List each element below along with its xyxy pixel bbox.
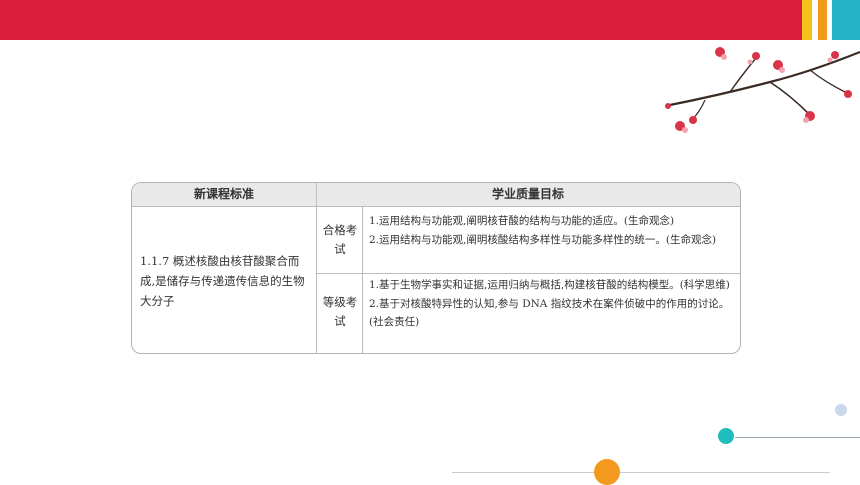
plum-blossom-icon <box>665 47 860 133</box>
divider-vertical-level <box>362 207 363 353</box>
level-graded: 等级考试 <box>322 295 358 328</box>
goal-item: 1.基于生物学事实和证据,运用归纳与概括,构建核苷酸的结构模型。(科学思维) <box>369 279 730 291</box>
header-standard: 新课程标准 <box>193 187 254 201</box>
goal-item: 2.基于对核酸特异性的认知,参与 DNA 指纹技术在案件侦破中的作用的讨论。(社… <box>369 297 730 329</box>
goal-item: 2.运用结构与功能观,阐明核酸结构多样性与功能多样性的统一。(生命观念) <box>369 233 717 246</box>
decor-dot-orange <box>594 459 620 485</box>
decor-line-right <box>620 472 830 473</box>
divider-vertical-main <box>316 183 317 353</box>
decor-line-left <box>452 472 594 473</box>
goal-list-qualified: 1.运用结构与功能观,阐明核苷酸的结构与功能的适应。(生命观念) 2.运用结构与… <box>369 212 737 249</box>
header-quality-goals: 学业质量目标 <box>491 187 564 201</box>
goal-list-graded: 1.基于生物学事实和证据,运用归纳与概括,构建核苷酸的结构模型。(科学思维) 2… <box>369 276 737 332</box>
accent-stripe-orange <box>818 0 827 40</box>
level-qualified: 合格考试 <box>322 223 358 256</box>
decor-line-teal <box>735 437 860 438</box>
accent-stripe-yellow <box>802 0 812 40</box>
decor-dot-light <box>835 404 847 416</box>
decor-dot-teal <box>718 428 734 444</box>
goal-item: 1.运用结构与功能观,阐明核苷酸的结构与功能的适应。(生命观念) <box>369 215 675 227</box>
accent-stripe-teal <box>832 0 860 40</box>
divider-horizontal-rows <box>316 273 740 274</box>
standards-table: 新课程标准 学业质量目标 1.1.7 概述核酸由核苷酸聚合而成,是储存与传递遗传… <box>131 182 741 354</box>
header-bar <box>0 0 860 40</box>
standard-text: 1.1.7 概述核酸由核苷酸聚合而成,是储存与传递遗传信息的生物大分子 <box>140 254 305 308</box>
